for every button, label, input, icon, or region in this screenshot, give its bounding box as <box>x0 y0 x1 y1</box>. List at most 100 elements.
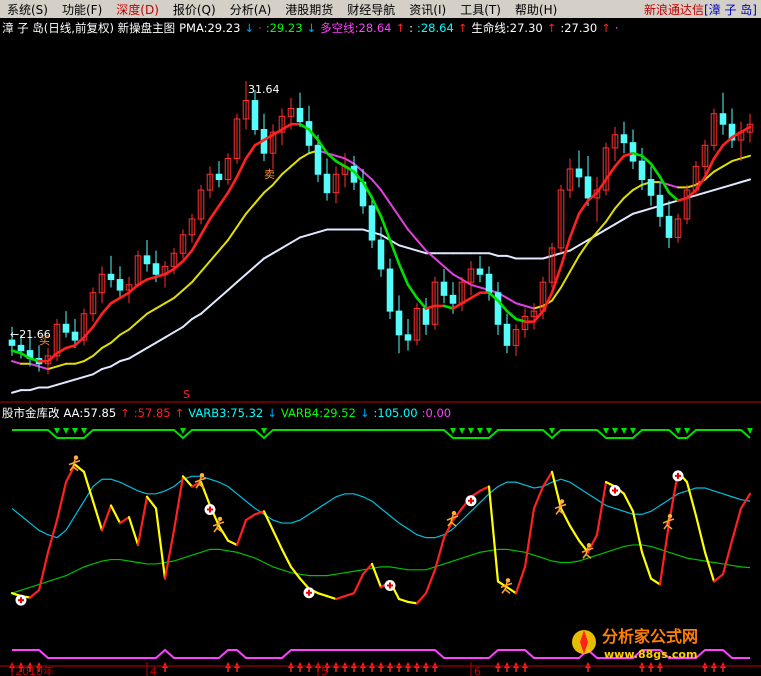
down-arrow-mark <box>54 428 60 434</box>
life-line-seg <box>137 346 148 355</box>
aa-line-seg <box>622 492 635 513</box>
life-line-seg <box>74 375 85 381</box>
fast-line-seg <box>91 312 104 329</box>
candle-body <box>116 279 124 291</box>
fast-line-seg <box>127 283 140 295</box>
ind-title-part-1: AA:57.85 <box>64 406 117 420</box>
chart-canvas[interactable]: 漳 子 岛(日线,前复权) 新操盘主图 PMA:29.23 ↓ ·:29.23 ↓ 多空线… <box>0 18 761 676</box>
up-arrow-mark <box>162 662 168 668</box>
slow-line-seg <box>605 207 616 223</box>
life-line-seg <box>218 289 229 299</box>
main-title-part-14: ↑ <box>601 21 611 35</box>
aa-line-seg <box>100 504 113 532</box>
life-line-seg <box>47 383 58 389</box>
life-line-seg <box>119 357 130 363</box>
ind-title-part-2: ↑ <box>120 406 130 420</box>
fast-line-seg <box>208 204 221 221</box>
candle-body <box>143 255 151 265</box>
ind-title-part-10: :0.00 <box>422 406 451 420</box>
life-line-seg <box>695 191 706 197</box>
fast-line-seg <box>55 346 68 355</box>
down-arrow-mark <box>747 428 753 434</box>
menu-help[interactable]: 帮助(H) <box>508 1 564 18</box>
up-arrow-mark <box>522 662 528 668</box>
menu-depth[interactable]: 深度(D) <box>109 1 166 18</box>
candle-body <box>485 273 493 294</box>
fast-line-seg <box>217 191 230 208</box>
aa-line-seg <box>73 463 86 474</box>
fast-line-seg <box>604 165 617 181</box>
brand-name: 新浪通达信 <box>643 2 704 17</box>
watermark-url: www.88gs.com <box>604 648 697 661</box>
aa-line-seg <box>154 507 167 580</box>
aa-line-seg <box>163 529 176 580</box>
aa-line-seg <box>703 551 716 583</box>
menu-info[interactable]: 资讯(I) <box>402 1 453 18</box>
main-title-text: 漳 子 岛(日线,前复权) 新操盘主图 PMA:29.23 ↓ ·:29.23 ↓ 多空线… <box>2 21 618 35</box>
up-arrow-mark <box>513 662 519 668</box>
menu-system[interactable]: 系统(S) <box>0 1 55 18</box>
sell-marker-head <box>586 543 592 548</box>
life-line-seg <box>551 252 562 257</box>
ind-title-part-9: :105.00 <box>374 406 418 420</box>
up-arrow-mark <box>432 662 438 668</box>
sell-marker-head <box>451 510 457 516</box>
fast-line-seg <box>577 199 590 216</box>
aa-line-seg <box>712 573 725 583</box>
slow-line-seg <box>137 312 148 323</box>
candle-body <box>638 160 646 181</box>
slow-line-seg <box>389 202 400 218</box>
life-line-seg <box>200 304 211 315</box>
slow-line-seg <box>164 296 175 305</box>
main-title-part-5: ↓ <box>307 21 317 35</box>
slow-line-seg <box>101 341 112 349</box>
down-arrow-mark <box>81 428 87 434</box>
candle-body <box>368 205 376 241</box>
main-title-part-0: 漳 子 岛(日线,前复权) 新操盘主图 <box>2 21 175 35</box>
slow-line-seg <box>56 362 67 368</box>
slow-line-seg <box>515 302 526 307</box>
slow-line-seg <box>344 157 355 165</box>
aa-line-seg <box>631 510 644 554</box>
menu-analysis[interactable]: 分析(A) <box>223 1 279 18</box>
up-arrow-mark <box>639 662 645 668</box>
down-arrow-mark <box>630 428 636 434</box>
fast-line-seg <box>415 296 428 310</box>
down-arrow-mark <box>261 428 267 434</box>
aa-line-seg <box>172 475 185 532</box>
candle-body <box>629 142 637 162</box>
life-line-seg <box>722 183 733 189</box>
aa-line-seg <box>694 514 707 554</box>
brand: 新浪通达信[漳 子 岛] <box>644 1 761 18</box>
up-arrow-mark <box>720 662 726 668</box>
up-arrow-mark <box>225 662 231 668</box>
life-line-seg <box>416 249 427 255</box>
fast-line-seg <box>424 304 437 310</box>
life-line-seg <box>740 178 751 184</box>
menu-finance-nav[interactable]: 财经导航 <box>340 1 402 18</box>
up-arrow-mark <box>234 662 240 668</box>
up-arrow-mark <box>405 662 411 668</box>
slow-line-seg <box>362 170 373 181</box>
main-price-panel[interactable]: 31.64←21.66S买卖 <box>8 81 754 401</box>
life-line-seg <box>488 252 499 257</box>
menu-function[interactable]: 功能(F) <box>55 1 109 18</box>
menu-tools[interactable]: 工具(T) <box>453 1 508 18</box>
candle-body <box>395 310 403 336</box>
menu-quote[interactable]: 报价(Q) <box>166 1 223 18</box>
slow-line-seg <box>200 260 211 273</box>
aa-line-seg <box>334 594 347 601</box>
aa-line-seg <box>550 470 563 510</box>
up-arrow-mark <box>495 662 501 668</box>
life-line-seg <box>236 273 247 284</box>
candle-body <box>404 334 412 341</box>
menu-hk-futures[interactable]: 港股期货 <box>278 1 340 18</box>
aa-line-seg <box>424 568 437 595</box>
down-arrow-mark <box>675 428 681 434</box>
slow-line-seg <box>209 249 220 263</box>
down-arrow-mark <box>450 428 456 434</box>
life-line-seg <box>407 246 418 252</box>
slow-line-seg <box>254 191 265 205</box>
menu-bar: 系统(S) 功能(F) 深度(D) 报价(Q) 分析(A) 港股期货 财经导航 … <box>0 0 761 18</box>
aa-line-seg <box>415 592 428 605</box>
